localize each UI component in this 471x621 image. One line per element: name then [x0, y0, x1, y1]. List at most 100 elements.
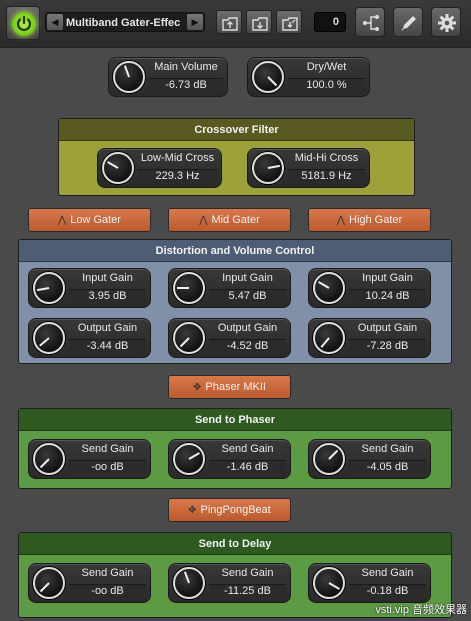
edit-button[interactable] — [393, 7, 423, 37]
input-gain-control-high[interactable]: Input Gain 10.24 dB — [308, 268, 431, 308]
send-gain-control-mid[interactable]: Send Gain -11.25 dB — [168, 563, 291, 603]
send-to-phaser-panel: Send to Phaser Send Gain -oo dB Send Gai… — [18, 408, 452, 489]
output-gain-value[interactable]: -3.44 dB — [69, 339, 146, 355]
mid-hi-cross-label: Mid-Hi Cross — [294, 152, 359, 164]
input-gain-control-mid[interactable]: Input Gain 5.47 dB — [168, 268, 291, 308]
low-mid-cross-label: Low-Mid Cross — [140, 152, 215, 164]
high-gater-label: High Gater — [349, 214, 403, 226]
mid-hi-cross-control[interactable]: Mid-Hi Cross 5181.9 Hz — [247, 148, 370, 188]
input-gain-knob[interactable] — [33, 272, 65, 304]
send-gain-control-low[interactable]: Send Gain -oo dB — [28, 563, 151, 603]
input-gain-knob[interactable] — [173, 272, 205, 304]
send-gain-knob[interactable] — [173, 567, 205, 599]
input-gain-value[interactable]: 5.47 dB — [209, 289, 286, 305]
send-gain-control-high[interactable]: Send Gain -0.18 dB — [308, 563, 431, 603]
input-gain-value[interactable]: 3.95 dB — [69, 289, 146, 305]
input-gain-control-low[interactable]: Input Gain 3.95 dB — [28, 268, 151, 308]
send-gain-value[interactable]: -0.18 dB — [349, 584, 426, 600]
input-gain-value[interactable]: 10.24 dB — [349, 289, 426, 305]
import-button[interactable] — [216, 10, 242, 34]
send-gain-control-low[interactable]: Send Gain -oo dB — [28, 439, 151, 479]
send-gain-value[interactable]: -11.25 dB — [209, 584, 286, 600]
send-to-phaser-title: Send to Phaser — [19, 409, 451, 431]
low-gater-button[interactable]: ⋀ Low Gater — [28, 208, 151, 232]
output-gain-control-mid[interactable]: Output Gain -4.52 dB — [168, 318, 291, 358]
send-gain-label: Send Gain — [361, 443, 414, 455]
mid-hi-cross-value[interactable]: 5181.9 Hz — [288, 169, 365, 185]
send-gain-control-mid[interactable]: Send Gain -1.46 dB — [168, 439, 291, 479]
send-gain-value[interactable]: -4.05 dB — [349, 460, 426, 476]
send-gain-label: Send Gain — [81, 567, 134, 579]
distortion-volume-title: Distortion and Volume Control — [19, 240, 451, 262]
distortion-volume-panel: Distortion and Volume Control Input Gain… — [18, 239, 452, 364]
output-gain-control-low[interactable]: Output Gain -3.44 dB — [28, 318, 151, 358]
settings-button[interactable] — [431, 7, 461, 37]
gate-shape-icon: ⋀ — [199, 215, 208, 226]
dry-wet-knob[interactable] — [252, 61, 284, 93]
next-arrow-icon[interactable]: ▶ — [187, 14, 203, 30]
settings-icon — [438, 14, 456, 32]
dry-wet-label: Dry/Wet — [306, 61, 347, 73]
input-gain-label: Input Gain — [82, 272, 133, 284]
main-volume-knob[interactable] — [113, 61, 145, 93]
prev-arrow-icon[interactable]: ◀ — [47, 14, 63, 30]
dry-wet-value[interactable]: 100.0 % — [288, 78, 365, 94]
mid-hi-cross-knob[interactable] — [252, 152, 284, 184]
send-gain-knob[interactable] — [33, 567, 65, 599]
routing-icon — [363, 15, 379, 31]
main-volume-control[interactable]: Main Volume -6.73 dB — [108, 57, 228, 97]
send-gain-knob[interactable] — [313, 443, 345, 475]
mid-gater-button[interactable]: ⋀ Mid Gater — [168, 208, 291, 232]
input-gain-label: Input Gain — [222, 272, 273, 284]
save-icon — [282, 17, 298, 31]
output-gain-knob[interactable] — [33, 322, 65, 354]
preset-selector[interactable]: ◀ Multiband Gater-Effec ▶ — [45, 12, 205, 32]
crossover-filter-panel: Crossover Filter Low-Mid Cross 229.3 Hz … — [58, 118, 415, 196]
low-mid-cross-control[interactable]: Low-Mid Cross 229.3 Hz — [97, 148, 222, 188]
send-gain-control-high[interactable]: Send Gain -4.05 dB — [308, 439, 431, 479]
edit-icon — [401, 16, 416, 31]
low-mid-cross-knob[interactable] — [102, 152, 134, 184]
send-gain-label: Send Gain — [221, 567, 274, 579]
phaser-mkii-button[interactable]: ✥ Phaser MKII — [168, 375, 291, 399]
low-mid-cross-value[interactable]: 229.3 Hz — [138, 169, 217, 185]
crossover-filter-title: Crossover Filter — [59, 119, 414, 141]
send-gain-knob[interactable] — [33, 443, 65, 475]
routing-button[interactable] — [355, 7, 385, 37]
output-gain-knob[interactable] — [173, 322, 205, 354]
export-button[interactable] — [246, 10, 272, 34]
send-gain-label: Send Gain — [361, 567, 414, 579]
watermark: vsti.vip 音频效果器 — [375, 604, 467, 616]
dry-wet-control[interactable]: Dry/Wet 100.0 % — [247, 57, 370, 97]
send-gain-value[interactable]: -oo dB — [69, 460, 146, 476]
send-gain-knob[interactable] — [173, 443, 205, 475]
import-icon — [222, 17, 238, 31]
send-gain-value[interactable]: -1.46 dB — [209, 460, 286, 476]
gate-shape-icon: ⋀ — [58, 215, 67, 226]
pingpongbeat-button[interactable]: ✥ PingPongBeat — [168, 498, 291, 522]
main-volume-label: Main Volume — [154, 61, 218, 73]
output-gain-knob[interactable] — [313, 322, 345, 354]
output-gain-control-high[interactable]: Output Gain -7.28 dB — [308, 318, 431, 358]
toolbar: ◀ Multiband Gater-Effec ▶ 0 — [0, 0, 471, 48]
send-to-delay-title: Send to Delay — [19, 533, 451, 555]
input-gain-knob[interactable] — [313, 272, 345, 304]
input-gain-label: Input Gain — [362, 272, 413, 284]
output-gain-value[interactable]: -7.28 dB — [349, 339, 426, 355]
output-gain-label: Output Gain — [217, 322, 278, 334]
pingpongbeat-label: PingPongBeat — [200, 504, 271, 516]
power-icon — [16, 15, 32, 31]
high-gater-button[interactable]: ⋀ High Gater — [308, 208, 431, 232]
send-gain-knob[interactable] — [313, 567, 345, 599]
instance-counter: 0 — [314, 12, 346, 32]
phaser-mkii-label: Phaser MKII — [205, 381, 266, 393]
output-gain-label: Output Gain — [77, 322, 138, 334]
move-icon: ✥ — [193, 382, 202, 393]
gate-shape-icon: ⋀ — [336, 215, 345, 226]
preset-name[interactable]: Multiband Gater-Effec — [66, 15, 186, 31]
send-gain-value[interactable]: -oo dB — [69, 584, 146, 600]
output-gain-value[interactable]: -4.52 dB — [209, 339, 286, 355]
power-button[interactable] — [6, 6, 40, 40]
save-button[interactable] — [276, 10, 302, 34]
main-volume-value[interactable]: -6.73 dB — [149, 78, 223, 94]
